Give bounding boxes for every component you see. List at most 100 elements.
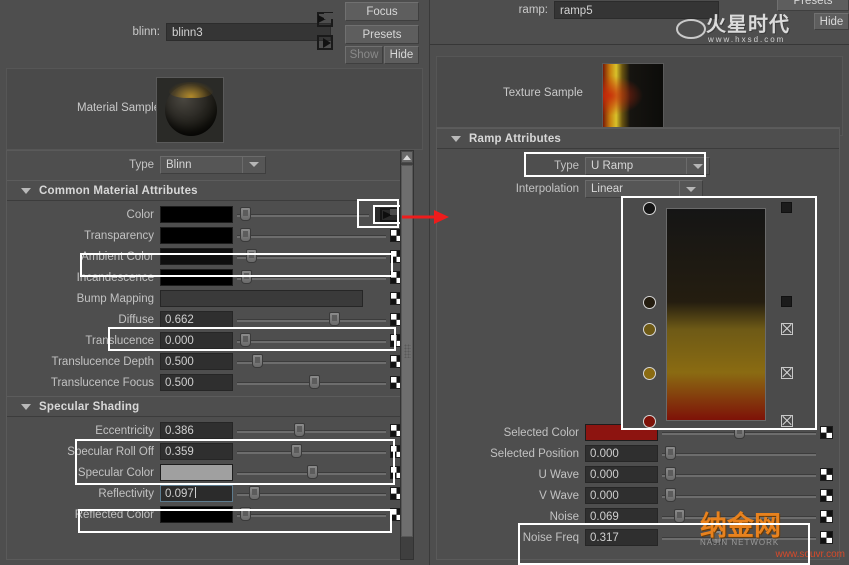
focus-button[interactable]: Focus — [345, 2, 419, 21]
texture-sample-thumbnail[interactable] — [602, 63, 664, 128]
value-field[interactable]: 0.500 — [160, 374, 233, 391]
attribute-slider[interactable] — [237, 332, 386, 349]
value-field[interactable]: 0.359 — [160, 443, 233, 460]
slider-thumb[interactable] — [251, 354, 263, 368]
attribute-slider[interactable] — [237, 464, 386, 481]
node-name-field[interactable]: blinn3 — [166, 23, 331, 41]
ramp-stop-square[interactable] — [781, 202, 792, 213]
color-swatch[interactable] — [160, 248, 233, 265]
slider-thumb[interactable] — [290, 444, 302, 458]
slider-thumb[interactable] — [239, 207, 251, 221]
ramp-stop-delete-icon[interactable] — [781, 367, 793, 380]
color-swatch[interactable] — [160, 506, 233, 523]
attribute-slider[interactable] — [237, 443, 386, 460]
value-field[interactable]: 0.069 — [585, 508, 658, 525]
ramp-stop-handle[interactable] — [643, 202, 656, 215]
output-connection-icon[interactable] — [315, 34, 337, 52]
hide-button[interactable]: Hide — [384, 46, 419, 64]
hide-button[interactable]: Hide — [814, 13, 849, 30]
attribute-slider[interactable] — [237, 269, 386, 286]
attribute-slider[interactable] — [237, 248, 386, 265]
presets-button[interactable]: Presets — [777, 0, 849, 11]
attribute-slider[interactable] — [237, 311, 386, 328]
map-button-icon[interactable] — [820, 531, 833, 544]
slider-thumb[interactable] — [329, 312, 341, 326]
value-field[interactable]: 0.000 — [160, 332, 233, 349]
value-field[interactable]: 0.317 — [585, 529, 658, 546]
scrollbar-thumb[interactable] — [401, 165, 413, 537]
attribute-slider[interactable] — [237, 422, 386, 439]
material-sample-thumbnail[interactable] — [156, 77, 224, 143]
color-swatch[interactable] — [160, 206, 233, 223]
attribute-slider[interactable] — [662, 487, 816, 504]
slider-thumb[interactable] — [239, 507, 251, 521]
value-field[interactable]: 0.000 — [585, 466, 658, 483]
map-button-icon[interactable] — [820, 489, 833, 502]
value-field[interactable]: 0.000 — [585, 487, 658, 504]
value-field[interactable]: 0.000 — [585, 445, 658, 462]
presets-button[interactable]: Presets — [345, 25, 419, 44]
common-attributes-rows: Color Transparency Ambient Color Incandesce… — [7, 201, 409, 393]
value-field[interactable]: 0.500 — [160, 353, 233, 370]
attribute-slider[interactable] — [662, 529, 816, 546]
attribute-slider[interactable] — [662, 466, 816, 483]
slider-thumb[interactable] — [239, 333, 251, 347]
slider-thumb[interactable] — [245, 249, 257, 263]
color-swatch[interactable] — [160, 464, 233, 481]
ramp-stop-handle[interactable] — [643, 367, 656, 381]
slider-thumb[interactable] — [665, 467, 677, 481]
ramp-gradient-widget[interactable] — [621, 196, 817, 430]
attribute-slider[interactable] — [237, 206, 369, 223]
ramp-stop-handle[interactable] — [643, 415, 656, 428]
bump-map-field[interactable] — [160, 290, 363, 307]
attribute-slider[interactable] — [237, 353, 386, 370]
section-ramp-attributes[interactable]: Ramp Attributes — [437, 128, 839, 149]
attribute-slider[interactable] — [237, 485, 386, 502]
left-panel-scrollbar[interactable] — [400, 150, 414, 560]
ramp-stop-handle[interactable] — [643, 323, 656, 337]
chevron-down-icon — [686, 158, 709, 174]
color-swatch[interactable] — [160, 269, 233, 286]
attribute-row: Reflectivity 0.097 — [7, 483, 409, 504]
attribute-slider[interactable] — [662, 445, 816, 462]
section-common-material-attributes[interactable]: Common Material Attributes — [7, 180, 409, 201]
value-field[interactable]: 0.662 — [160, 311, 233, 328]
slider-thumb[interactable] — [674, 509, 686, 523]
show-button[interactable]: Show — [345, 46, 383, 64]
value-field[interactable]: 0.386 — [160, 422, 233, 439]
value-field[interactable]: 0.097 — [160, 485, 233, 502]
section-specular-shading[interactable]: Specular Shading — [7, 396, 409, 417]
attribute-slider[interactable] — [237, 506, 386, 523]
ramp-type-dropdown[interactable]: U Ramp — [585, 157, 710, 175]
map-button-icon[interactable] — [820, 426, 833, 439]
slider-thumb[interactable] — [239, 228, 251, 242]
input-connection-icon[interactable] — [315, 11, 337, 29]
ramp-stop-square[interactable] — [781, 295, 792, 307]
ramp-stop-delete-icon[interactable] — [781, 323, 793, 336]
slider-thumb[interactable] — [711, 530, 723, 544]
attribute-slider[interactable] — [662, 508, 816, 525]
color-swatch[interactable] — [160, 227, 233, 244]
node-name-row: blinn: blinn3 — [110, 23, 331, 41]
scroll-up-arrow[interactable] — [401, 151, 413, 163]
map-button-icon[interactable] — [820, 468, 833, 481]
slider-thumb[interactable] — [248, 486, 260, 500]
attribute-label: Reflected Color — [74, 508, 154, 521]
ramp-stop-handle[interactable] — [643, 295, 656, 309]
slider-thumb[interactable] — [293, 423, 305, 437]
slider-track — [237, 430, 386, 433]
ramp-name-field[interactable]: ramp5 — [554, 1, 719, 19]
slider-thumb[interactable] — [665, 446, 677, 460]
interpolation-value: Linear — [591, 183, 623, 195]
ramp-stop-delete-icon[interactable] — [781, 415, 793, 427]
slider-thumb[interactable] — [665, 488, 677, 502]
texture-sample-box: Texture Sample — [436, 56, 843, 136]
ramp-gradient-bar[interactable] — [666, 208, 766, 421]
attribute-slider[interactable] — [237, 374, 386, 391]
slider-thumb[interactable] — [307, 465, 319, 479]
slider-thumb[interactable] — [308, 375, 320, 389]
attribute-slider[interactable] — [237, 227, 386, 244]
material-type-dropdown[interactable]: Blinn — [160, 155, 266, 174]
slider-thumb[interactable] — [241, 270, 253, 284]
map-button-icon[interactable] — [820, 510, 833, 523]
